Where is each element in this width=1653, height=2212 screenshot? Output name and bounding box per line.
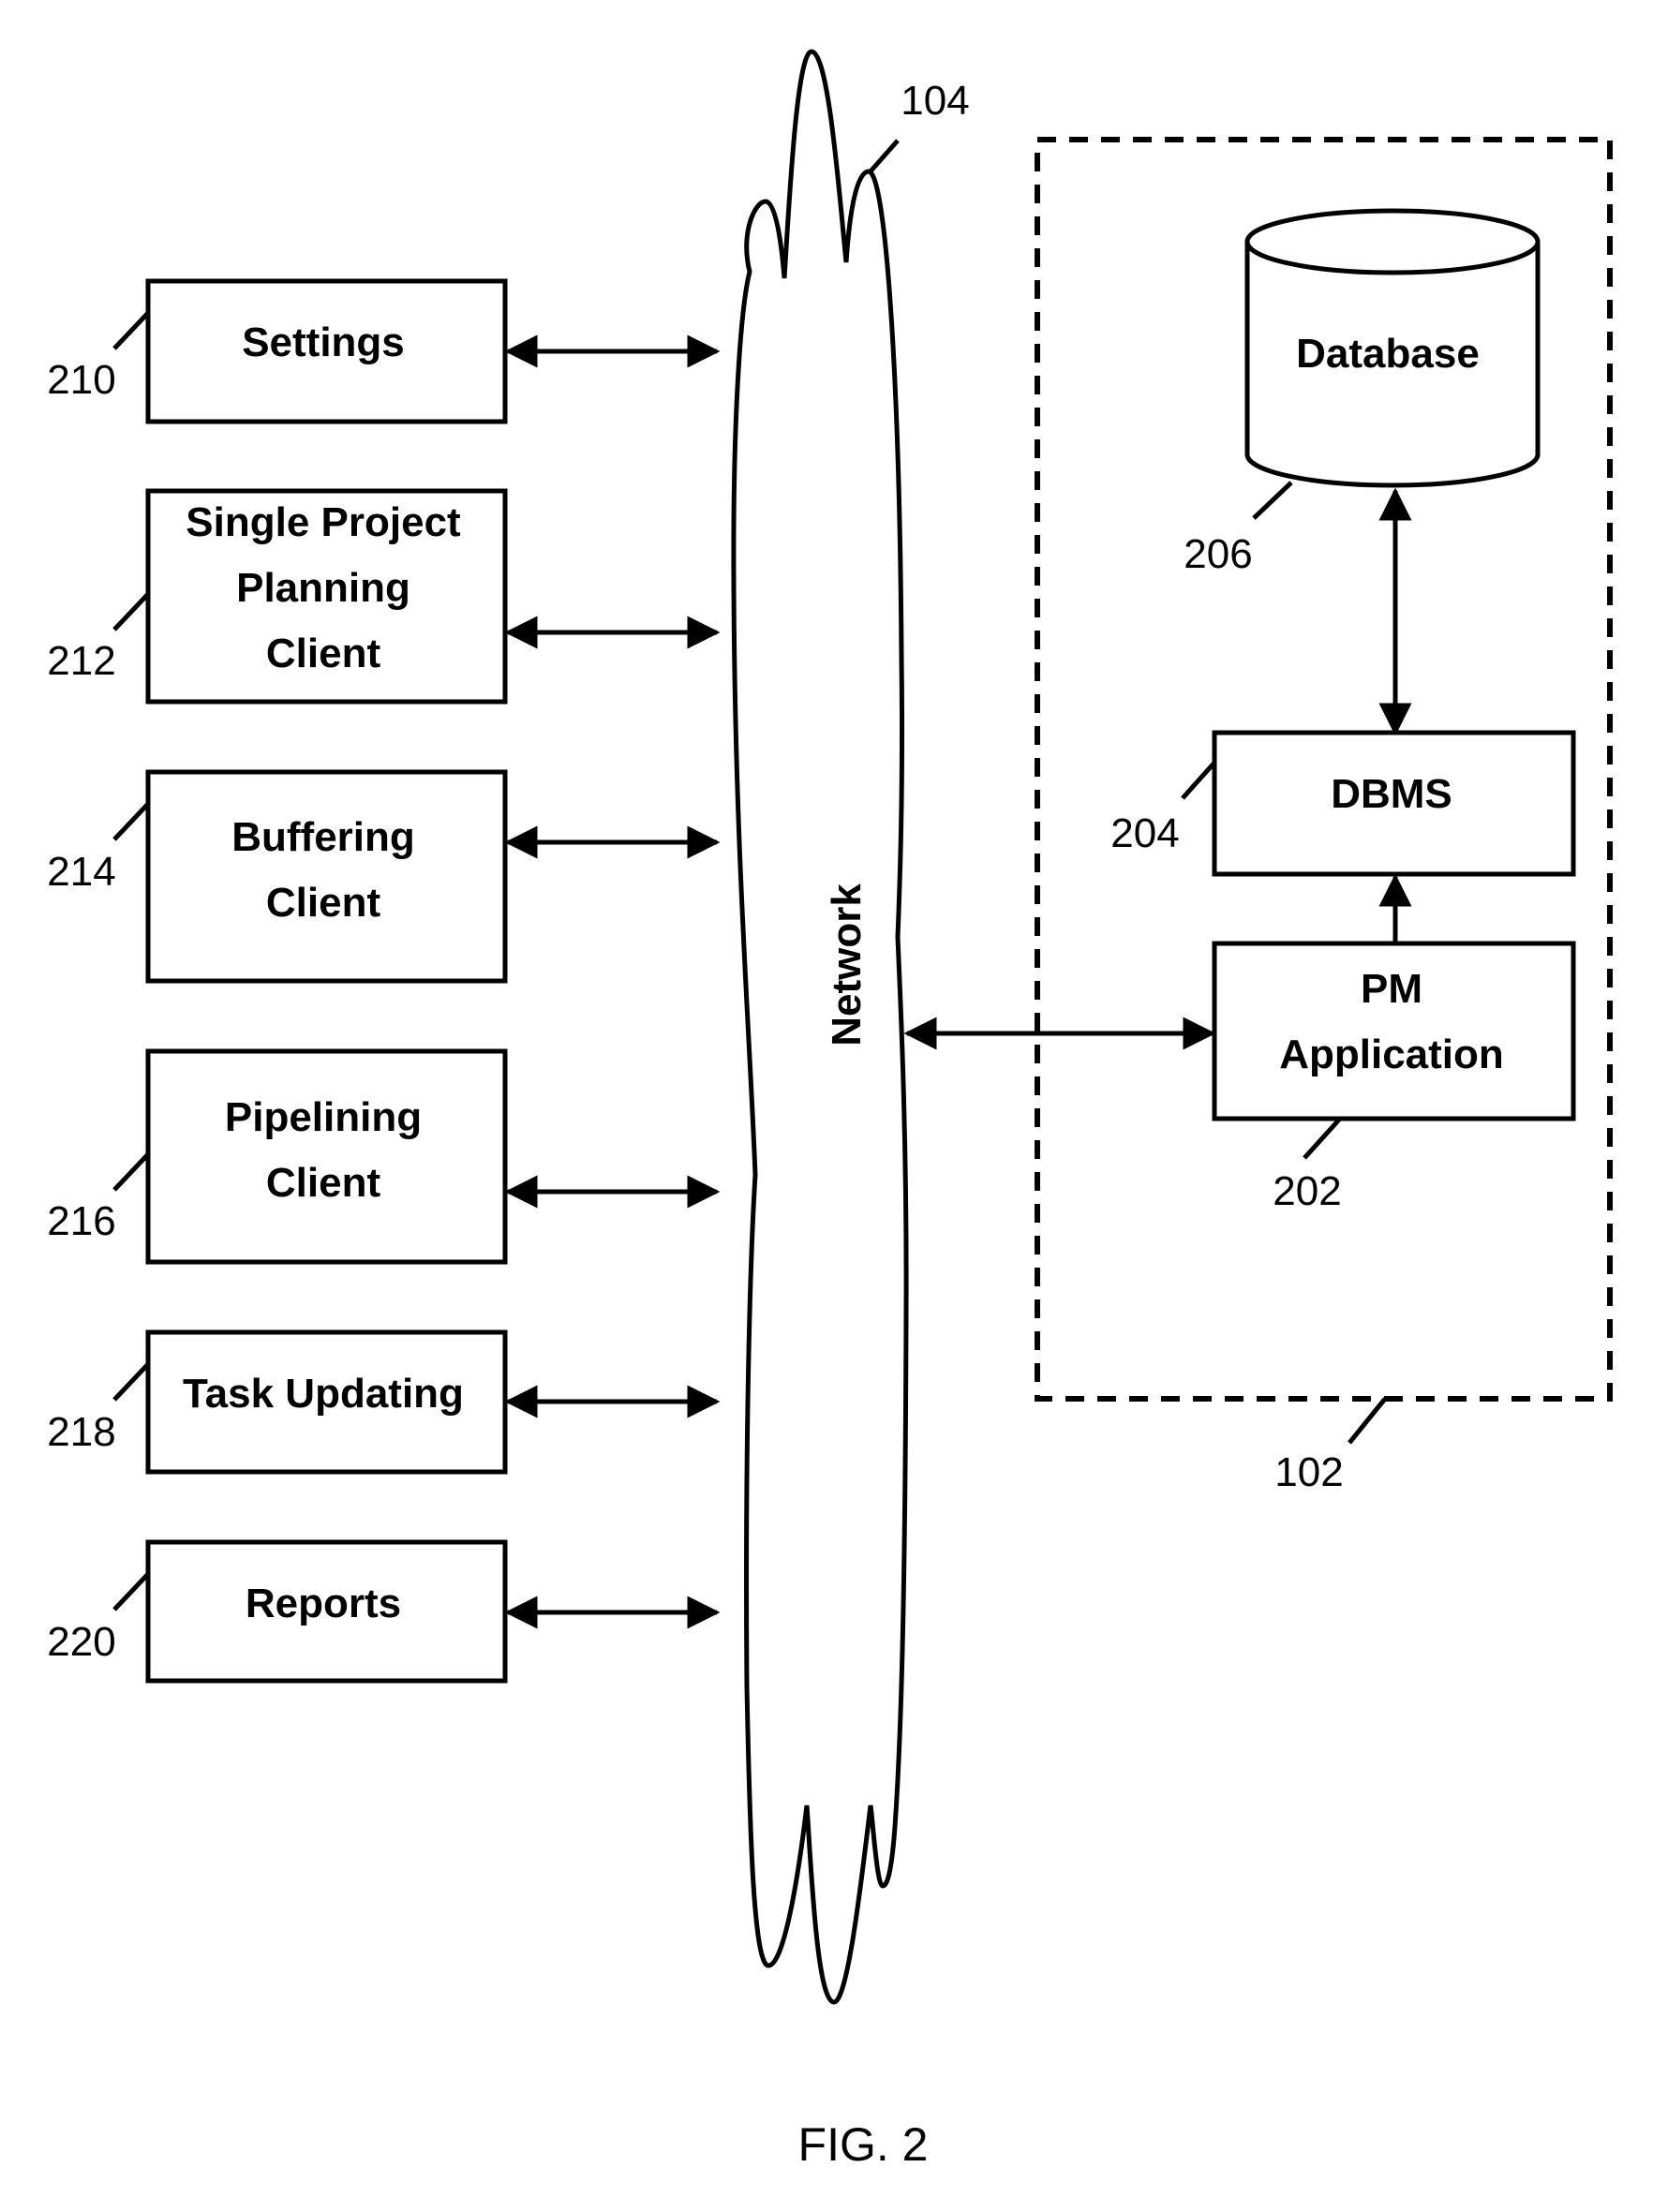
reports-label: Reports [246, 1581, 401, 1626]
pipelining-label-line2: Client [266, 1160, 381, 1206]
reports-ref-number: 220 [47, 1619, 115, 1665]
dbms-ref-number: 204 [1110, 810, 1179, 856]
dbms-label: DBMS [1331, 771, 1452, 817]
buffering-ref-leader [112, 802, 150, 841]
settings-ref-number: 210 [47, 357, 115, 403]
buffering-label-line1: Buffering [231, 814, 415, 860]
pm-application-label-line2: Application [1279, 1032, 1504, 1077]
task-updating-ref-number: 218 [47, 1409, 115, 1455]
network-label: Network [824, 883, 870, 1047]
buffering-label-line2: Client [266, 880, 381, 926]
client-settings: Settings 210 [47, 278, 721, 424]
database-ref-leader [1252, 481, 1293, 520]
client-pipelining: Pipelining Client 216 [47, 1048, 721, 1265]
network-ref-number: 104 [901, 78, 969, 124]
single-project-planning-ref-leader [112, 592, 150, 631]
client-buffering: Buffering Client 214 [47, 769, 721, 984]
pipelining-ref-leader [112, 1152, 150, 1192]
patent-figure: Network 104 Settings 210 Single Project … [47, 49, 1613, 2171]
network-cloud-shape [731, 49, 909, 2005]
client-task-updating: Task Updating 218 [47, 1329, 721, 1475]
network-ref-leader [868, 139, 900, 174]
server-group: 102 Database 206 DBMS 204 PM Application… [1035, 137, 1613, 1495]
dbms-ref-leader [1181, 761, 1216, 800]
single-project-planning-label-line3: Client [266, 631, 381, 676]
settings-label: Settings [242, 319, 405, 365]
task-updating-ref-leader [112, 1362, 150, 1402]
pipelining-label-line1: Pipelining [225, 1094, 422, 1140]
pipelining-ref-number: 216 [47, 1198, 115, 1244]
pm-application-label-line1: PM [1361, 966, 1422, 1012]
client-single-project-planning: Single Project Planning Client 212 [47, 488, 721, 705]
client-reports: Reports 220 [47, 1539, 721, 1684]
database-cylinder-top [1244, 208, 1541, 275]
database: Database 206 [1184, 208, 1541, 577]
single-project-planning-ref-number: 212 [47, 638, 115, 684]
database-label: Database [1296, 331, 1480, 377]
server-group-ref-number: 102 [1274, 1449, 1343, 1495]
network-cloud: Network 104 [731, 49, 970, 2005]
dbms: DBMS 204 [1110, 730, 1576, 877]
single-project-planning-label-line1: Single Project [186, 499, 461, 545]
settings-ref-leader [112, 311, 150, 350]
single-project-planning-label-line2: Planning [236, 565, 410, 611]
server-group-ref-leader [1348, 1397, 1387, 1445]
pm-application: PM Application 202 [1212, 941, 1576, 1214]
reports-ref-leader [112, 1572, 150, 1611]
pm-application-ref-number: 202 [1273, 1168, 1341, 1214]
buffering-box [145, 769, 508, 984]
database-ref-number: 206 [1184, 531, 1252, 577]
figure-caption: FIG. 2 [798, 2118, 929, 2171]
task-updating-label: Task Updating [183, 1371, 464, 1417]
pipelining-box [145, 1048, 508, 1265]
buffering-ref-number: 214 [47, 849, 115, 895]
pm-application-ref-leader [1303, 1117, 1342, 1160]
